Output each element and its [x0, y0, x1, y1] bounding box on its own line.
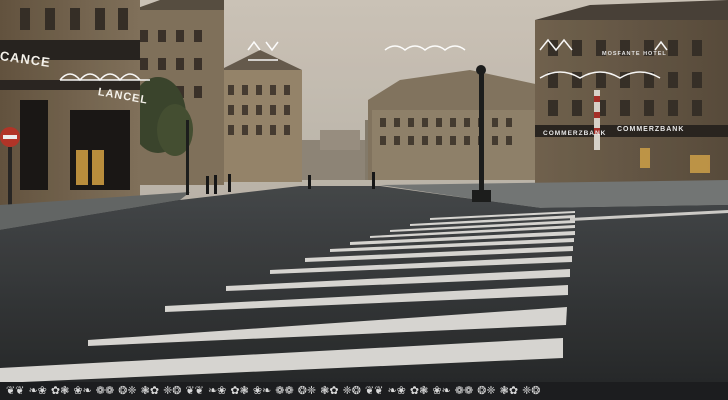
ornament-strip: ❦❦ ❧❀ ✿❃ ❀❧ ❁❁ ❂❈ ❃✿ ❈❂ ❦❦ ❧❀ ✿❃ ❀❧ ❁❁ ❂❈ ❃✿ ❈❂ ❦❦ ❧❀ ✿❃ ❀❧… [0, 382, 728, 400]
photo-canvas: CANCE LANCEL COMMERZBANK COMMERZBANK MOS… [0, 0, 728, 400]
ornament-glyph: ❀❧ [252, 384, 272, 397]
ornament-glyph: ❧❀ [207, 384, 227, 397]
ornament-glyph: ❃✿ [320, 384, 339, 397]
ornament-glyph: ❦❦ [6, 384, 25, 397]
ornament-glyph: ❦❦ [185, 384, 204, 397]
bank-sign-2: COMMERZBANK [617, 126, 685, 133]
hotel-sign: MOSFANTE HOTEL [602, 51, 667, 57]
ornament-glyph: ❈❂ [522, 384, 541, 397]
ornament-glyph: ❀❧ [73, 384, 92, 397]
ornament-glyph: ❦❦ [365, 384, 384, 397]
ornament-glyph: ✿❃ [230, 384, 249, 397]
ornament-glyph: ❈❂ [163, 384, 182, 397]
ornament-glyph: ❂❈ [477, 384, 496, 397]
ornament-glyph: ❀❧ [432, 384, 451, 397]
ornament-glyph: ❈❂ [342, 384, 361, 397]
ornament-glyph: ✿❃ [409, 384, 429, 397]
ornament-glyph: ❃✿ [499, 384, 519, 397]
street-photo [0, 0, 728, 383]
ornament-glyph: ❧❀ [28, 384, 47, 397]
ornament-glyph: ❁❁ [454, 384, 474, 397]
ornament-glyph: ✿❃ [50, 384, 70, 397]
bank-sign-1: COMMERZBANK [543, 130, 607, 137]
ornament-glyph: ❧❀ [387, 384, 406, 397]
ornament-glyph: ❁❁ [95, 384, 115, 397]
ornament-glyph: ❃✿ [140, 384, 160, 397]
ornament-glyph: ❁❁ [275, 384, 294, 397]
ornament-glyph: ❂❈ [297, 384, 317, 397]
ornament-glyph: ❂❈ [118, 384, 137, 397]
